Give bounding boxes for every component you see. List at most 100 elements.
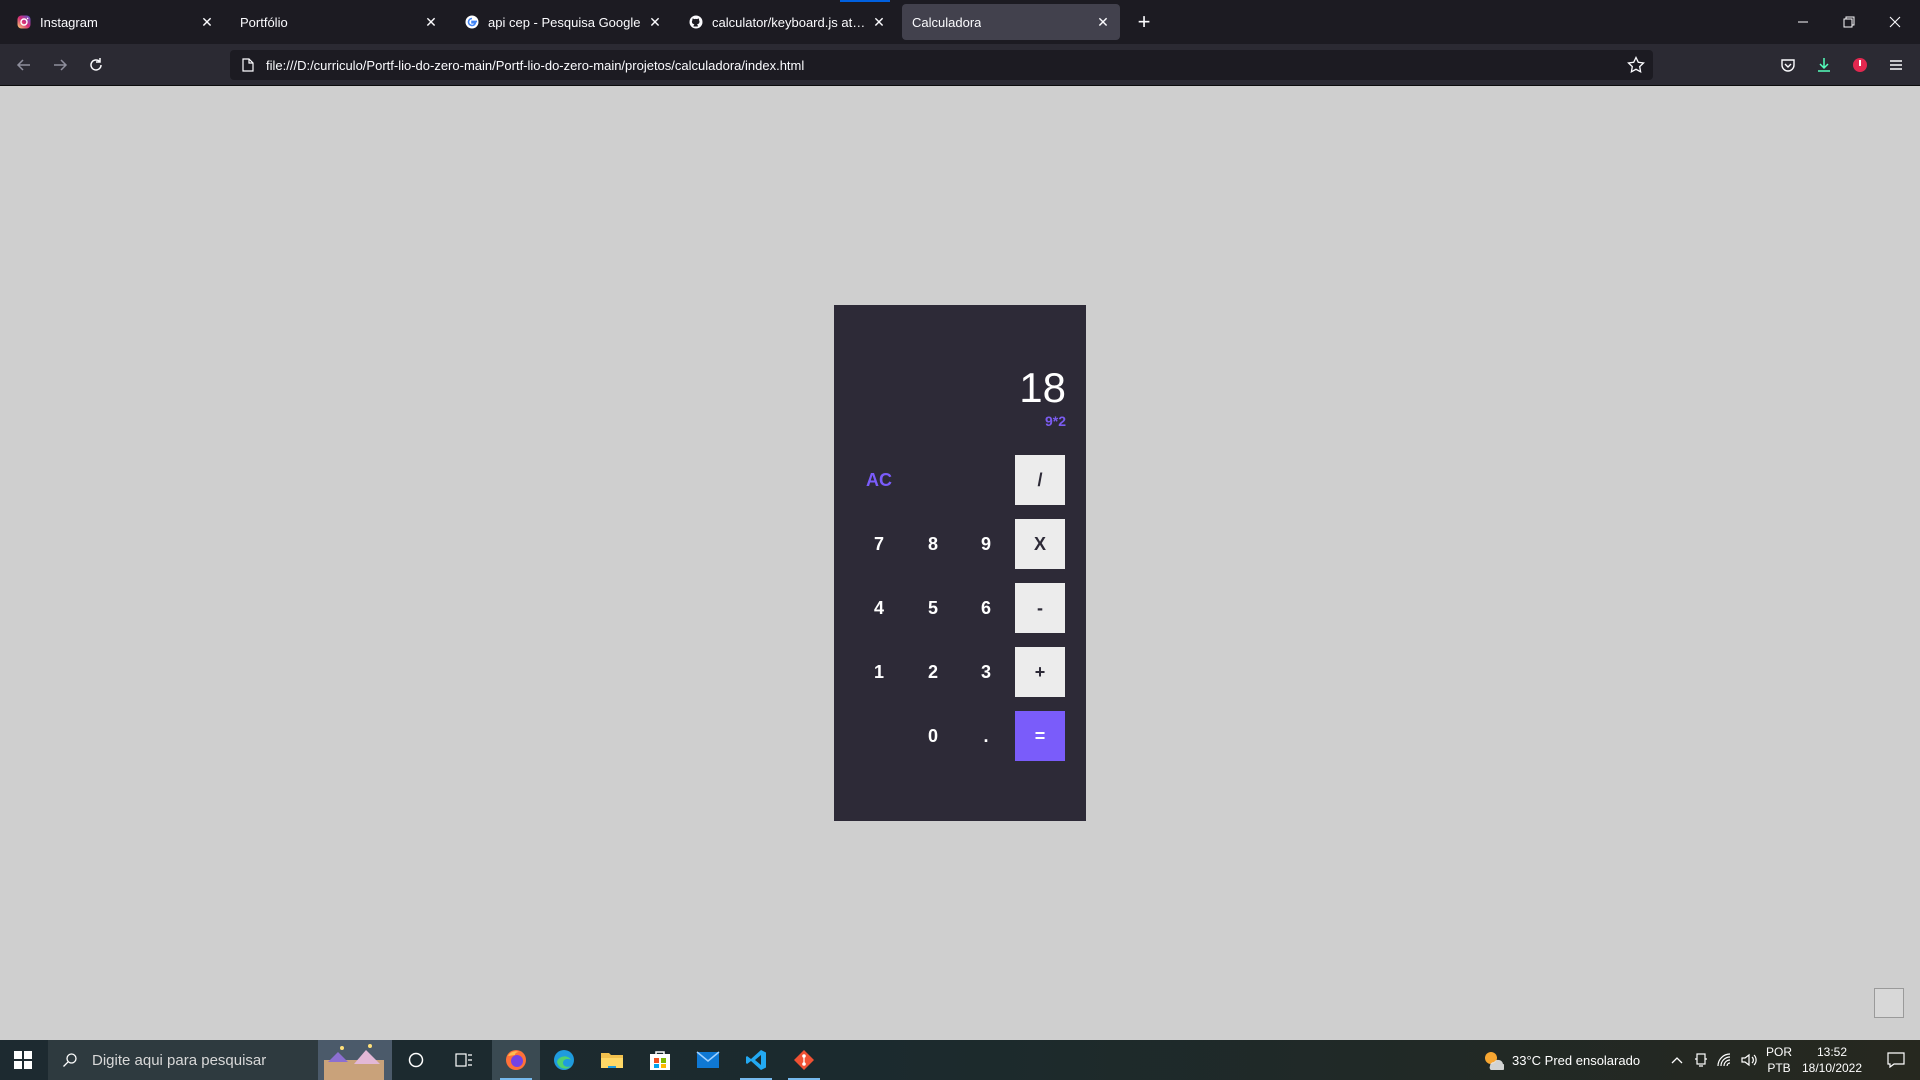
clock-time: 13:52 [1816,1045,1848,1059]
tab-title: Calculadora [912,14,982,30]
result-display: 18 [1019,364,1066,411]
calculator-display: 18 9*2 [1019,364,1066,430]
bookmark-star-icon[interactable] [1627,55,1645,74]
taskbar-firefox[interactable] [492,1040,540,1080]
tab-portfolio[interactable]: Portfólio ✕ [230,4,448,40]
thumbnail-widget[interactable] [1874,988,1904,1018]
task-view-button[interactable] [444,1040,484,1080]
key-7-button[interactable]: 7 [854,519,904,569]
tab-indicator [840,0,890,2]
restore-icon [1843,16,1855,28]
sun-cloud-icon [1485,1052,1504,1071]
store-icon [650,1051,670,1070]
key-1-button[interactable]: 1 [854,647,904,697]
search-placeholder: Digite aqui para pesquisar [92,1051,267,1069]
reload-icon [90,58,102,71]
taskbar-edge[interactable] [540,1040,588,1080]
download-icon[interactable] [1814,55,1834,75]
taskbar: Digite aqui para pesquisar 33°C Pred ens… [0,1040,1920,1080]
key-8-button[interactable]: 8 [908,519,958,569]
page-icon [240,57,256,73]
cortana-button[interactable] [396,1040,436,1080]
language-code: POR [1765,1045,1792,1059]
back-arrow-icon [16,59,30,71]
restore-button[interactable] [1826,0,1872,44]
navigation-toolbar: file:///D:/curriculo/Portf-lio-do-zero-m… [0,44,1920,86]
forward-button[interactable] [46,51,74,79]
clock-date: 18/10/2022 [1801,1061,1863,1075]
tab-api-cep[interactable]: api cep - Pesquisa Google ✕ [454,4,672,40]
url-bar[interactable]: file:///D:/curriculo/Portf-lio-do-zero-m… [230,50,1653,80]
instagram-icon [16,14,32,30]
device-tray-icon[interactable] [1690,1040,1712,1080]
notifications-button[interactable] [1876,1040,1916,1080]
taskbar-vscode[interactable] [732,1040,780,1080]
tab-instagram[interactable]: Instagram ✕ [6,4,224,40]
url-text[interactable]: file:///D:/curriculo/Portf-lio-do-zero-m… [266,58,804,73]
page-viewport: 18 9*2 AC / 7 8 9 X 4 5 6 - 1 2 3 + 0 . … [0,86,1920,1040]
plus-button[interactable]: + [1015,647,1065,697]
search-highlight-illustration [318,1040,392,1080]
search-icon [60,1050,80,1070]
clock[interactable]: 13:52 18/10/2022 [1793,1044,1871,1076]
new-tab-button[interactable]: + [1128,6,1160,38]
decimal-button[interactable]: . [961,711,1011,761]
divide-button[interactable]: / [1015,455,1065,505]
forward-arrow-icon [54,59,68,71]
multiply-button[interactable]: X [1015,519,1065,569]
start-button[interactable] [0,1040,46,1080]
github-icon [688,14,704,30]
close-icon[interactable]: ✕ [198,13,216,31]
key-5-button[interactable]: 5 [908,583,958,633]
expression-display: 9*2 [1044,413,1066,429]
extension-icon[interactable] [1850,55,1870,75]
tab-github[interactable]: calculator/keyboard.js at main · ✕ [678,4,896,40]
show-hidden-icons-button[interactable] [1666,1040,1688,1080]
network-icon[interactable] [1714,1040,1736,1080]
firefox-icon [506,1050,526,1070]
key-6-button[interactable]: 6 [961,583,1011,633]
input-language[interactable]: POR PTB [1764,1044,1794,1076]
notification-icon [1887,1052,1905,1068]
taskbar-mail[interactable] [684,1040,732,1080]
key-2-button[interactable]: 2 [908,647,958,697]
clear-button[interactable]: AC [854,455,904,505]
equals-button[interactable]: = [1015,711,1065,761]
task-view-icon [455,1053,472,1067]
pocket-icon[interactable] [1778,55,1798,75]
minimize-icon [1798,21,1808,23]
google-icon [464,14,480,30]
menu-icon[interactable] [1886,55,1906,75]
close-icon[interactable]: ✕ [870,13,888,31]
close-icon[interactable]: ✕ [422,13,440,31]
key-4-button[interactable]: 4 [854,583,904,633]
minimize-button[interactable] [1780,0,1826,44]
mail-icon [696,1051,720,1068]
minus-button[interactable]: - [1015,583,1065,633]
cortana-icon [408,1052,424,1068]
weather-widget[interactable]: 33°C Pred ensolarado [1482,1040,1662,1080]
file-explorer-icon [601,1053,623,1068]
taskbar-file-explorer[interactable] [588,1040,636,1080]
tab-bar: Instagram ✕ Portfólio ✕ api cep - Pesqui… [0,0,1920,44]
vscode-icon [746,1050,766,1070]
close-icon[interactable]: ✕ [1094,13,1112,31]
volume-icon[interactable] [1738,1040,1760,1080]
keyboard-layout: PTB [1767,1061,1791,1075]
taskbar-store[interactable] [636,1040,684,1080]
git-icon [794,1050,814,1070]
close-window-icon [1889,16,1901,28]
close-window-button[interactable] [1872,0,1918,44]
tab-calculadora[interactable]: Calculadora ✕ [902,4,1120,40]
close-icon[interactable]: ✕ [646,13,664,31]
key-3-button[interactable]: 3 [961,647,1011,697]
tab-title: Portfólio [240,14,288,30]
taskbar-search[interactable]: Digite aqui para pesquisar [48,1040,392,1080]
tab-title: api cep - Pesquisa Google [488,14,641,30]
key-0-button[interactable]: 0 [908,711,958,761]
back-button[interactable] [10,51,38,79]
reload-button[interactable] [82,51,110,79]
taskbar-git[interactable] [780,1040,828,1080]
key-9-button[interactable]: 9 [961,519,1011,569]
windows-icon [14,1051,32,1069]
